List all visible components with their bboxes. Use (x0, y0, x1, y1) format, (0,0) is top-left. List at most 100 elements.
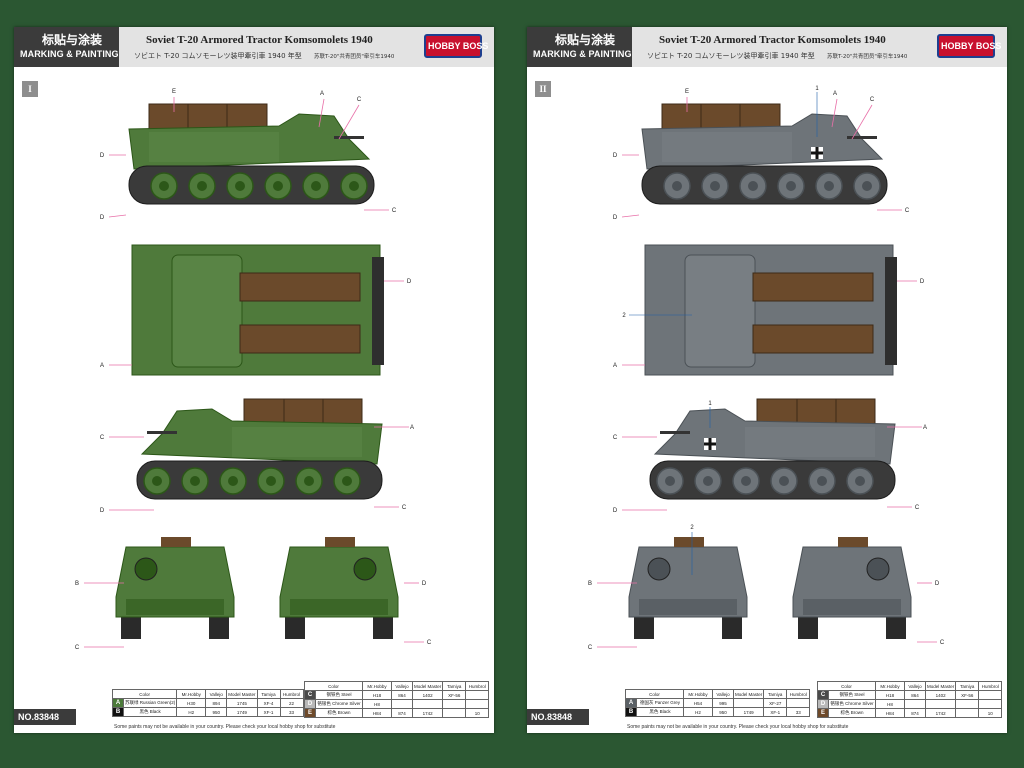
decal-number-1b: 1 (708, 401, 712, 407)
paint-code: D (817, 699, 829, 709)
humbrol-code: 22 (279, 698, 304, 708)
table-header: Humbrol (465, 681, 490, 691)
product-number: NO.83848 (14, 709, 76, 725)
callout-label-C: C (357, 97, 362, 103)
wheel-hub (197, 181, 207, 191)
humbrol-code: 10 (978, 708, 1003, 718)
table-header: Mr.Hobby (875, 681, 905, 691)
paint-color-name: 德国灰 Panzer Grey (636, 698, 684, 708)
machine-gun (334, 136, 364, 139)
humbrol-code (978, 699, 1003, 709)
wheel-hub (779, 476, 789, 486)
table-header: Tamiya (256, 689, 281, 699)
callout-label-D: D (100, 215, 105, 221)
callout-label-D: D (935, 581, 940, 587)
callout-label-A: A (833, 91, 837, 97)
side-view (641, 103, 888, 205)
paint-code: B (112, 707, 124, 717)
availability-note: Some paints may not be available in your… (627, 724, 849, 730)
callout-label-C: C (905, 208, 910, 214)
hull-panel (662, 132, 792, 162)
mrhobby-code: H8 (362, 699, 392, 709)
table-header: Tamiya (442, 681, 467, 691)
machine-gun (147, 431, 177, 434)
table-header: Mr.Hobby (683, 689, 713, 699)
humbrol-code: 33 (279, 707, 304, 717)
paint-color-name: 黑色 Black (122, 707, 178, 717)
callout-label-B: B (588, 581, 592, 587)
wheel-hub (665, 476, 675, 486)
wheel-hub (710, 181, 720, 191)
humbrol-code (786, 698, 811, 708)
paint-color-name: 黑色 Black (636, 707, 684, 717)
seat-back (325, 537, 355, 547)
callout-label-A: A (923, 425, 927, 431)
wheel-hub (228, 476, 238, 486)
paint-code: B (625, 707, 637, 717)
wheel-hub (855, 476, 865, 486)
tamiya-code (442, 708, 467, 718)
table-header: Vallejo (391, 681, 413, 691)
wheel-hub (152, 476, 162, 486)
seat-row-top (239, 272, 361, 302)
paint-color-name: 苏联绿 Russian Green(2) (122, 698, 178, 708)
callout-label-E: E (172, 89, 176, 95)
paint-row: B 黑色 Black H2 950 1749 XF-1 33 (625, 707, 811, 717)
vehicle-views-grey: E A C D D C D A C A D C B D C C 1 1 2 2 (588, 86, 945, 651)
paint-row: A 苏联绿 Russian Green(2) H30 894 1745 XF-4 22 (112, 698, 304, 708)
humbrol-code: 33 (786, 707, 811, 717)
humbrol-code (465, 699, 490, 709)
side-view (649, 398, 896, 500)
wheel-hub (349, 181, 359, 191)
callout-label-E: E (685, 89, 689, 95)
mrhobby-code: H84 (875, 708, 905, 718)
paint-code: E (817, 708, 829, 718)
paint-code: A (625, 698, 637, 708)
availability-note: Some paints may not be available in your… (114, 724, 336, 730)
paint-color-name: 钢铁色 Steel (828, 690, 876, 700)
callout-label-D: D (920, 279, 925, 285)
table-header: Tamiya (763, 689, 788, 699)
decal-number-2b: 2 (690, 525, 694, 531)
vallejo-code (391, 699, 413, 709)
vallejo-code: 864 (904, 690, 926, 700)
table-header-color: Color (817, 681, 876, 691)
callout-label-D: D (407, 279, 412, 285)
gun-mount (353, 557, 377, 581)
tamiya-code: XF-4 (256, 698, 281, 708)
machine-gun (660, 431, 690, 434)
model-master-code (732, 698, 765, 708)
table-header: Model Master (411, 681, 444, 691)
gun-mount (866, 557, 890, 581)
table-header: Humbrol (786, 689, 811, 699)
bumper (803, 599, 901, 615)
humbrol-code: 10 (465, 708, 490, 718)
model-master-code: 1402 (924, 690, 957, 700)
callout-line (851, 104, 873, 140)
callout-line (338, 104, 360, 140)
paint-row: D 铬银色 Chrome Silver H8 (817, 699, 1003, 709)
instruction-sheet-left: 标贴与涂装 MARKING & PAINTING Soviet T-20 Arm… (14, 27, 494, 733)
callout-label-C: C (613, 435, 618, 441)
callout-label-D: D (422, 581, 427, 587)
callout-label-C: C (940, 640, 945, 646)
table-header: Vallejo (712, 689, 734, 699)
bumper (290, 599, 388, 615)
paint-code: A (112, 698, 124, 708)
callout-label-A: A (100, 363, 104, 369)
humbrol-code (978, 690, 1003, 700)
paint-code: C (817, 690, 829, 700)
callout-label-C: C (915, 505, 920, 511)
callout-label-D: D (613, 508, 618, 514)
callout-label-D: D (100, 508, 105, 514)
instruction-sheet-right: 标贴与涂装 MARKING & PAINTING Soviet T-20 Arm… (527, 27, 1007, 733)
paint-row: D 铬银色 Chrome Silver H8 (304, 699, 490, 709)
engine-deck (684, 254, 756, 368)
table-header: Tamiya (955, 681, 980, 691)
paint-row: E 棕色 Brown H84 874 1742 10 (304, 708, 490, 718)
vehicle-views-green: E A C D D C D A C A D C B D C C (75, 89, 432, 651)
model-master-code: 1742 (411, 708, 444, 718)
paint-row: B 黑色 Black H2 950 1749 XF-1 33 (112, 707, 304, 717)
rear-hitch (885, 257, 897, 365)
tamiya-code: XF-27 (763, 698, 788, 708)
